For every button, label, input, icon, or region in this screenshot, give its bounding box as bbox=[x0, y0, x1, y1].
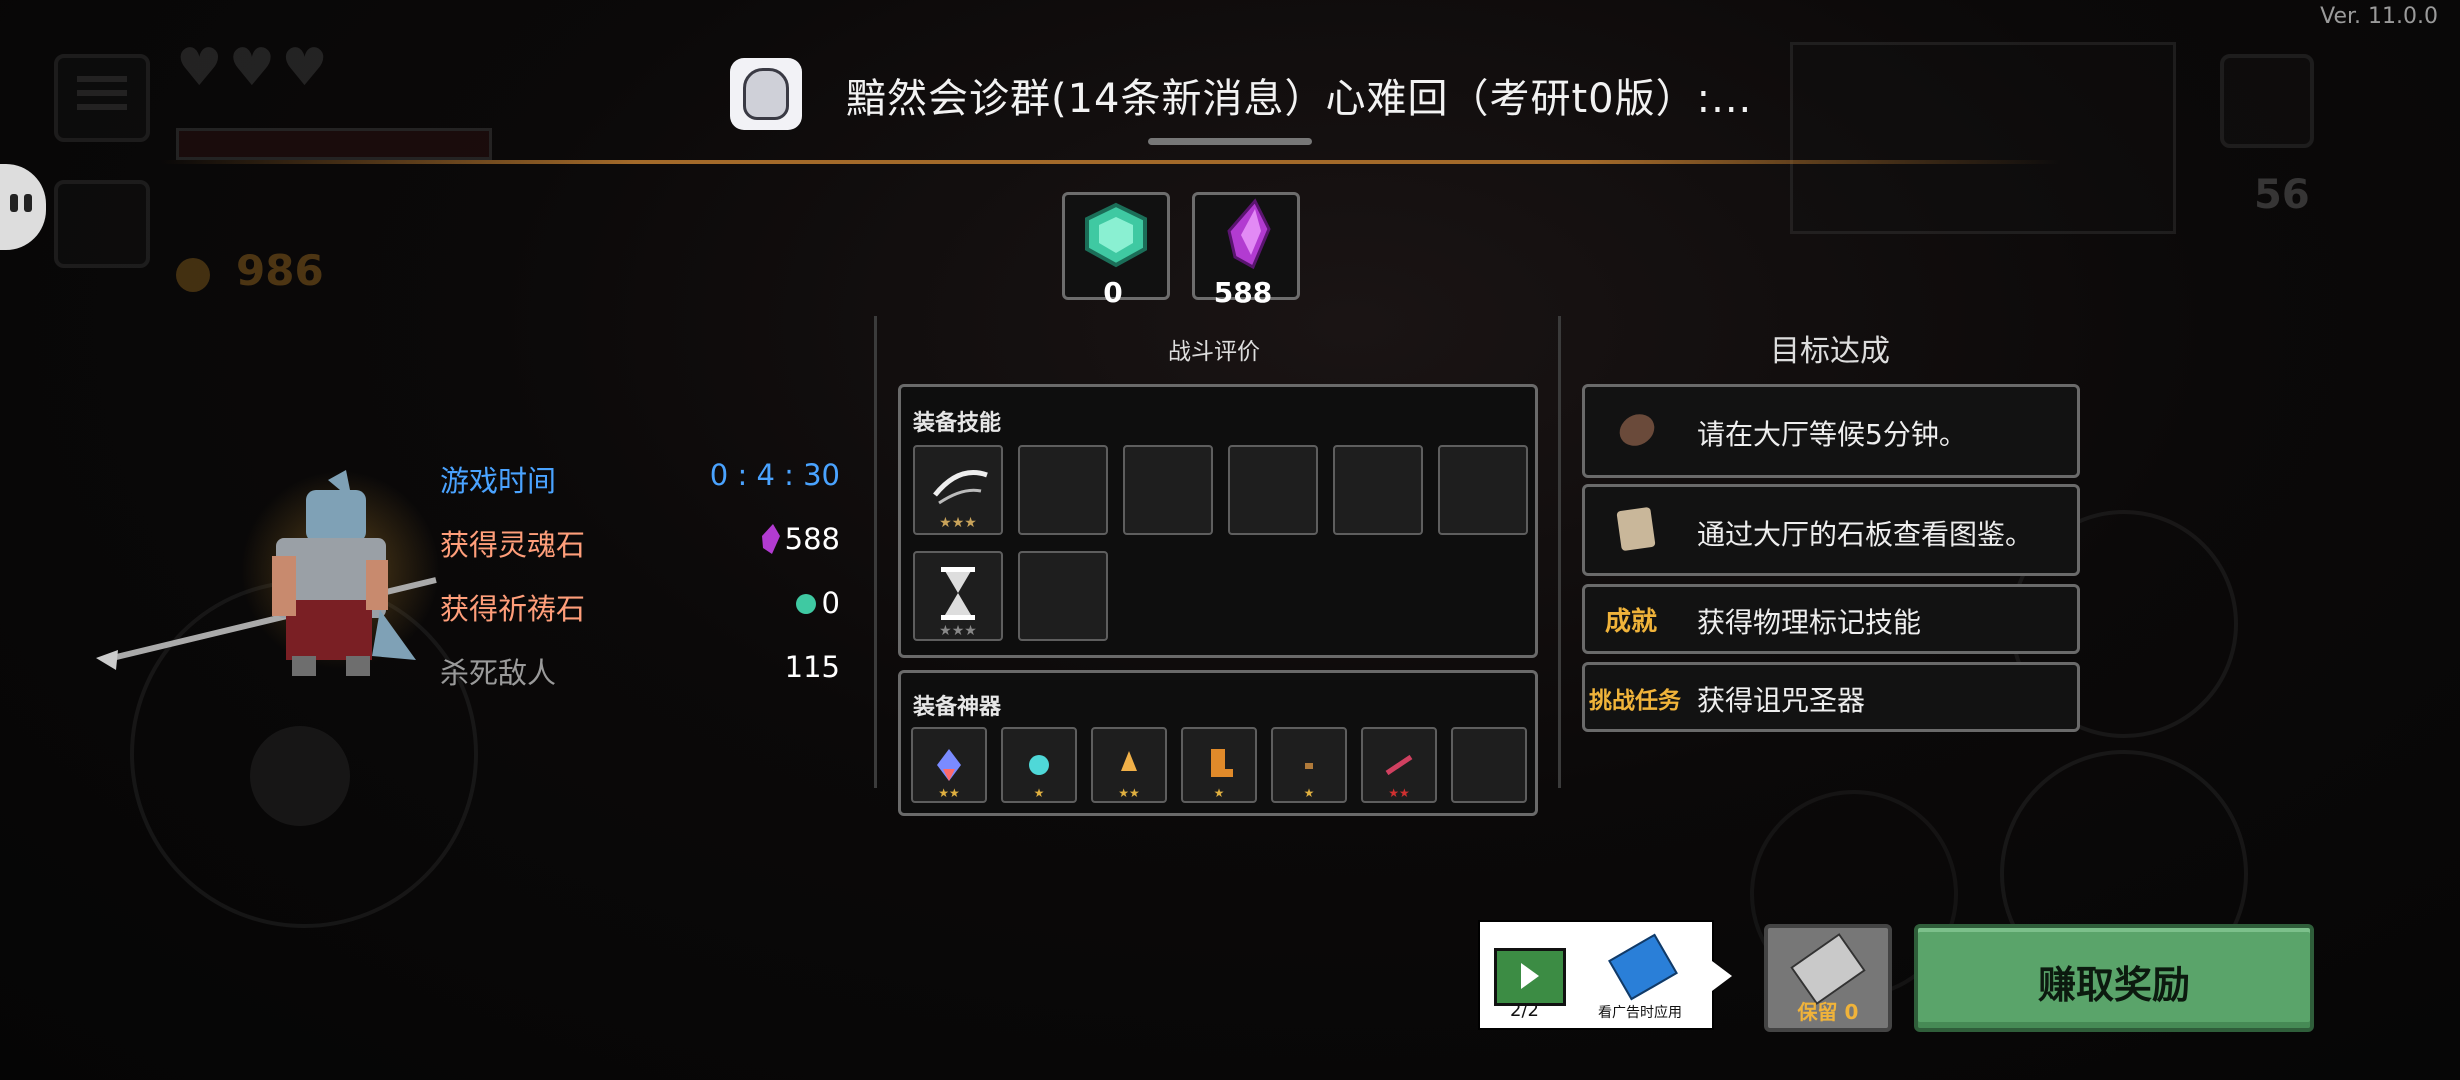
video-icon bbox=[1494, 948, 1566, 1006]
artifact-slot-2[interactable]: ★ bbox=[1001, 727, 1077, 803]
group-avatar-icon[interactable] bbox=[730, 58, 802, 130]
kills-label: 杀死敌人 bbox=[440, 656, 557, 690]
svg-text:★★: ★★ bbox=[938, 786, 960, 800]
goal-item-4: 挑战任务 获得诅咒圣器 bbox=[1582, 662, 2080, 732]
equipped-skills-title: 装备技能 bbox=[913, 411, 1002, 436]
watch-ad-box[interactable]: 2/2 看广告时应用 bbox=[1478, 920, 1714, 1030]
goals-title: 目标达成 bbox=[1770, 334, 1890, 369]
earn-reward-button[interactable]: 赚取奖励 bbox=[1914, 924, 2314, 1032]
prayer-stone-label: 获得祈祷石 bbox=[440, 592, 586, 626]
skill-slot-8[interactable] bbox=[1018, 551, 1108, 641]
pause-button bbox=[2220, 54, 2314, 148]
equipped-artifacts-panel: 装备神器 ★★ ★ ★★ ★ ★ ★★ bbox=[898, 670, 1538, 816]
cursed-artifact-icon: ★★ bbox=[1385, 754, 1413, 800]
goal-text-2: 通过大厅的石板查看图鉴。 bbox=[1697, 518, 2034, 551]
svg-text:★★: ★★ bbox=[1388, 786, 1410, 800]
goal-tag-achievement: 成就 bbox=[1605, 607, 1658, 637]
eraser-icon bbox=[1790, 932, 1866, 1006]
banner-handle bbox=[1148, 138, 1312, 145]
notification-text[interactable]: 黯然会诊群(14条新消息）心难回（考研t0版）:... bbox=[846, 66, 1752, 124]
artifact-slot-7[interactable] bbox=[1451, 727, 1527, 803]
kills-value: 115 bbox=[784, 650, 840, 684]
goal-tag-challenge: 挑战任务 bbox=[1589, 688, 1681, 714]
flame-artifact-icon: ★★ bbox=[1118, 751, 1140, 800]
soul-stone-icon bbox=[1227, 198, 1271, 270]
soul-stone-value: 588 bbox=[784, 522, 840, 556]
svg-text:★: ★ bbox=[1034, 786, 1045, 800]
shark-knight-character bbox=[96, 470, 437, 676]
prayer-stone-value: 0 bbox=[821, 586, 840, 620]
hourglass-skill-icon: ★★★ bbox=[939, 567, 977, 639]
seed-icon bbox=[1613, 408, 1661, 452]
hearts-icon: ♥♥♥ bbox=[176, 38, 334, 98]
artifact-slot-5[interactable]: ★ bbox=[1271, 727, 1347, 803]
boot-artifact-icon: ★ bbox=[1211, 749, 1233, 800]
small-artifact-icon: ★ bbox=[1304, 763, 1315, 800]
svg-text:★★★: ★★★ bbox=[939, 623, 977, 639]
goal-text-3: 获得物理标记技能 bbox=[1697, 606, 1922, 639]
equipped-skills-panel: 装备技能 ★★★ ★★★ bbox=[898, 384, 1538, 658]
add-button bbox=[54, 180, 150, 268]
ad-box-pointer bbox=[1708, 958, 1732, 994]
ad-counter: 2/2 bbox=[1510, 1000, 1539, 1021]
menu-button bbox=[54, 54, 150, 142]
play-time-value: 0 : 4 : 30 bbox=[709, 458, 840, 492]
stone-tablet-icon bbox=[1616, 506, 1656, 552]
play-time-label: 游戏时间 bbox=[440, 464, 557, 498]
health-bar bbox=[176, 128, 492, 160]
artifact-slot-4[interactable]: ★ bbox=[1181, 727, 1257, 803]
skill-slot-4[interactable] bbox=[1228, 445, 1318, 535]
prayer-stone-icon bbox=[1085, 202, 1147, 268]
svg-text:★: ★ bbox=[1304, 786, 1315, 800]
artifact-slot-6[interactable]: ★★ bbox=[1361, 727, 1437, 803]
goal-item-3: 成就 获得物理标记技能 bbox=[1582, 584, 2080, 654]
keep-label: 保留 0 bbox=[1797, 1000, 1859, 1024]
gold-count: 986 bbox=[236, 246, 324, 295]
artifact-slot-3[interactable]: ★★ bbox=[1091, 727, 1167, 803]
soul-stone-count: 588 bbox=[1213, 276, 1273, 309]
skill-slot-7[interactable]: ★★★ bbox=[913, 551, 1003, 641]
artifact-slot-1[interactable]: ★★ bbox=[911, 727, 987, 803]
battle-eval-title: 战斗评价 bbox=[1168, 339, 1260, 365]
crystal-artifact-icon: ★★ bbox=[937, 749, 961, 800]
skill-slot-3[interactable] bbox=[1123, 445, 1213, 535]
svg-text:★★★: ★★★ bbox=[939, 515, 977, 531]
banner-glow-line bbox=[160, 160, 2060, 164]
goal-item-2: 通过大厅的石板查看图鉴。 bbox=[1582, 484, 2080, 576]
prayer-stone-count: 0 bbox=[1103, 276, 1123, 309]
ad-caption: 看广告时应用 bbox=[1598, 1005, 1682, 1021]
keep-button[interactable]: 保留 0 bbox=[1764, 924, 1892, 1032]
goal-text-4: 获得诅咒圣器 bbox=[1697, 684, 1866, 717]
goal-item-1: 请在大厅等候5分钟。 bbox=[1582, 384, 2080, 478]
equipped-artifacts-title: 装备神器 bbox=[913, 695, 1002, 720]
svg-text:★★: ★★ bbox=[1118, 786, 1140, 800]
cyan-artifact-icon: ★ bbox=[1029, 755, 1049, 800]
goal-text-1: 请在大厅等候5分钟。 bbox=[1697, 418, 1967, 451]
kill-count: 56 bbox=[2254, 172, 2310, 218]
earn-reward-label: 赚取奖励 bbox=[2037, 963, 2190, 1007]
minimap-frame bbox=[1790, 42, 2176, 234]
skill-slot-2[interactable] bbox=[1018, 445, 1108, 535]
right-divider bbox=[1558, 316, 1561, 788]
ticket-icon bbox=[1608, 933, 1678, 1001]
svg-text:★: ★ bbox=[1214, 786, 1225, 800]
left-divider bbox=[874, 316, 877, 788]
skill-slot-5[interactable] bbox=[1333, 445, 1423, 535]
skill-slot-6[interactable] bbox=[1438, 445, 1528, 535]
slash-skill-icon: ★★★ bbox=[933, 470, 988, 531]
soul-stone-label: 获得灵魂石 bbox=[440, 528, 586, 562]
gold-icon bbox=[176, 258, 210, 292]
joystick-knob bbox=[250, 726, 350, 826]
skill-slot-1[interactable]: ★★★ bbox=[913, 445, 1003, 535]
